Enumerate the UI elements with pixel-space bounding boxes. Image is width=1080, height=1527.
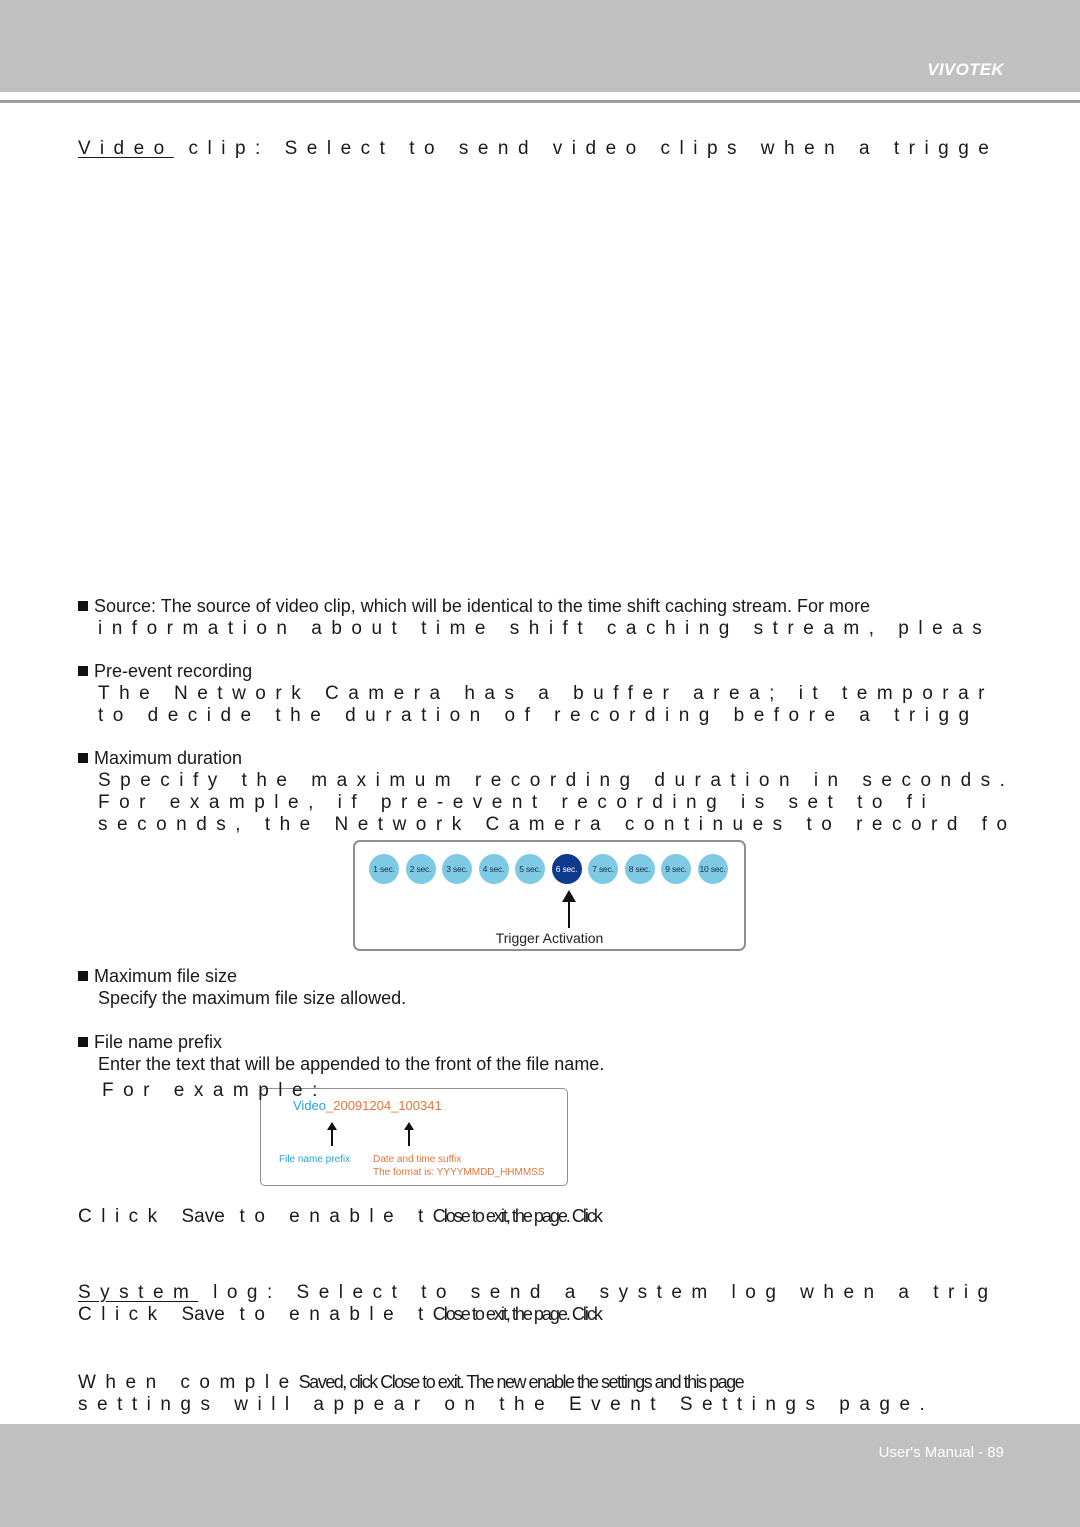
pre-event-line2: to decide the duration of recording befo… (98, 705, 979, 726)
text: Click (78, 1206, 182, 1227)
prefix-label: File name prefix (279, 1154, 351, 1165)
seconds-row: 1 sec. 2 sec. 3 sec. 4 sec. 5 sec. 6 sec. 7 se… (369, 854, 728, 884)
save-instruction-1: Click Save to enable tClose to exit, the… (78, 1206, 603, 1228)
completion-line2: settings will appear on the Event Settin… (78, 1394, 935, 1415)
trigger-arrow-icon (562, 890, 576, 928)
save-link[interactable]: Save (181, 1304, 224, 1325)
second-marker: 6 sec. (551, 854, 582, 884)
bullet-icon (78, 971, 88, 981)
max-duration-line3: seconds, the Network Camera continues to… (98, 814, 1017, 835)
text: When comple (78, 1372, 299, 1393)
max-duration-line2: For example, if pre-event recording is s… (98, 792, 936, 813)
text: to enable t (224, 1304, 433, 1325)
completion-line1: When compleSaved, click Close to exit. T… (78, 1372, 745, 1394)
max-file-size-title: Maximum file size (94, 966, 238, 986)
pre-event-title: Pre-event recording (94, 661, 253, 681)
suffix-arrow-icon (405, 1122, 413, 1146)
prefix-arrow-icon (328, 1122, 336, 1146)
second-marker: 5 sec. (515, 854, 545, 884)
second-marker: 8 sec. (624, 854, 655, 884)
brand-logo: VIVOTEK (927, 60, 1004, 79)
bullet-icon (78, 601, 88, 611)
file-name-prefix-title: File name prefix (94, 1032, 223, 1052)
source-line1: information about time shift caching str… (98, 618, 992, 639)
second-marker: 10 sec. (697, 854, 728, 884)
system-log-line: System log: Select to send a system log … (78, 1282, 998, 1304)
file-name-prefix-bullet: File name prefix (78, 1032, 222, 1053)
second-marker: 3 sec. (442, 854, 472, 884)
duration-diagram: 1 sec. 2 sec. 3 sec. 4 sec. 5 sec. 6 sec. 7 se… (353, 840, 746, 951)
save-instruction-2: Click Save to enable tClose to exit, the… (78, 1304, 603, 1326)
pre-event-bullet: Pre-event recording (78, 661, 252, 682)
max-duration-line1: Specify the maximum recording duration i… (98, 770, 1015, 791)
page-footer: User's Manual - 89 (0, 1424, 1080, 1527)
pre-event-line1: The Network Camera has a buffer area; it… (98, 683, 995, 704)
system-log-text: log: Select to send a system log when a … (198, 1282, 998, 1303)
header-divider (0, 100, 1080, 103)
for-example-label: For example: (102, 1080, 327, 1101)
text: Click (78, 1304, 182, 1325)
video-label: Video (78, 138, 174, 159)
overlap-text: Saved, click Close to exit. The new enab… (298, 1372, 745, 1392)
max-file-size-line1: Specify the maximum file size allowed. (98, 988, 407, 1008)
overlap-text: Close to exit, the page. Click (432, 1206, 603, 1226)
file-name-prefix-line1: Enter the text that will be appended to … (98, 1054, 605, 1074)
second-marker: 2 sec. (405, 854, 436, 884)
system-label: System (78, 1282, 199, 1303)
filename-diagram: Video_20091204_100341 File name prefix D… (260, 1088, 568, 1186)
source-bullet: Source: The source of video clip, which … (78, 596, 870, 617)
bullet-icon (78, 1037, 88, 1047)
max-duration-bullet: Maximum duration (78, 748, 242, 769)
bullet-icon (78, 666, 88, 676)
format-label: The format is: YYYYMMDD_HHMMSS (373, 1167, 545, 1178)
filename-suffix: _20091204_100341 (326, 1098, 442, 1113)
trigger-activation-label: Trigger Activation (495, 930, 604, 946)
second-marker: 9 sec. (661, 854, 691, 884)
second-marker: 4 sec. (478, 854, 509, 884)
page-number: User's Manual - 89 (878, 1444, 1004, 1461)
page-header: VIVOTEK (0, 0, 1080, 92)
save-link[interactable]: Save (181, 1206, 224, 1227)
text: to enable t (224, 1206, 433, 1227)
second-marker: 7 sec. (588, 854, 618, 884)
source-title: Source: The source of video clip, which … (94, 596, 871, 616)
video-clip-text: clip: Select to send video clips when a … (173, 138, 999, 159)
video-clip-line: Video clip: Select to send video clips w… (78, 138, 998, 160)
second-marker: 1 sec. (369, 854, 399, 884)
max-duration-title: Maximum duration (94, 748, 243, 768)
suffix-label: Date and time suffix (373, 1154, 462, 1165)
bullet-icon (78, 753, 88, 763)
max-file-size-bullet: Maximum file size (78, 966, 237, 987)
overlap-text: Close to exit, the page. Click (432, 1304, 603, 1324)
